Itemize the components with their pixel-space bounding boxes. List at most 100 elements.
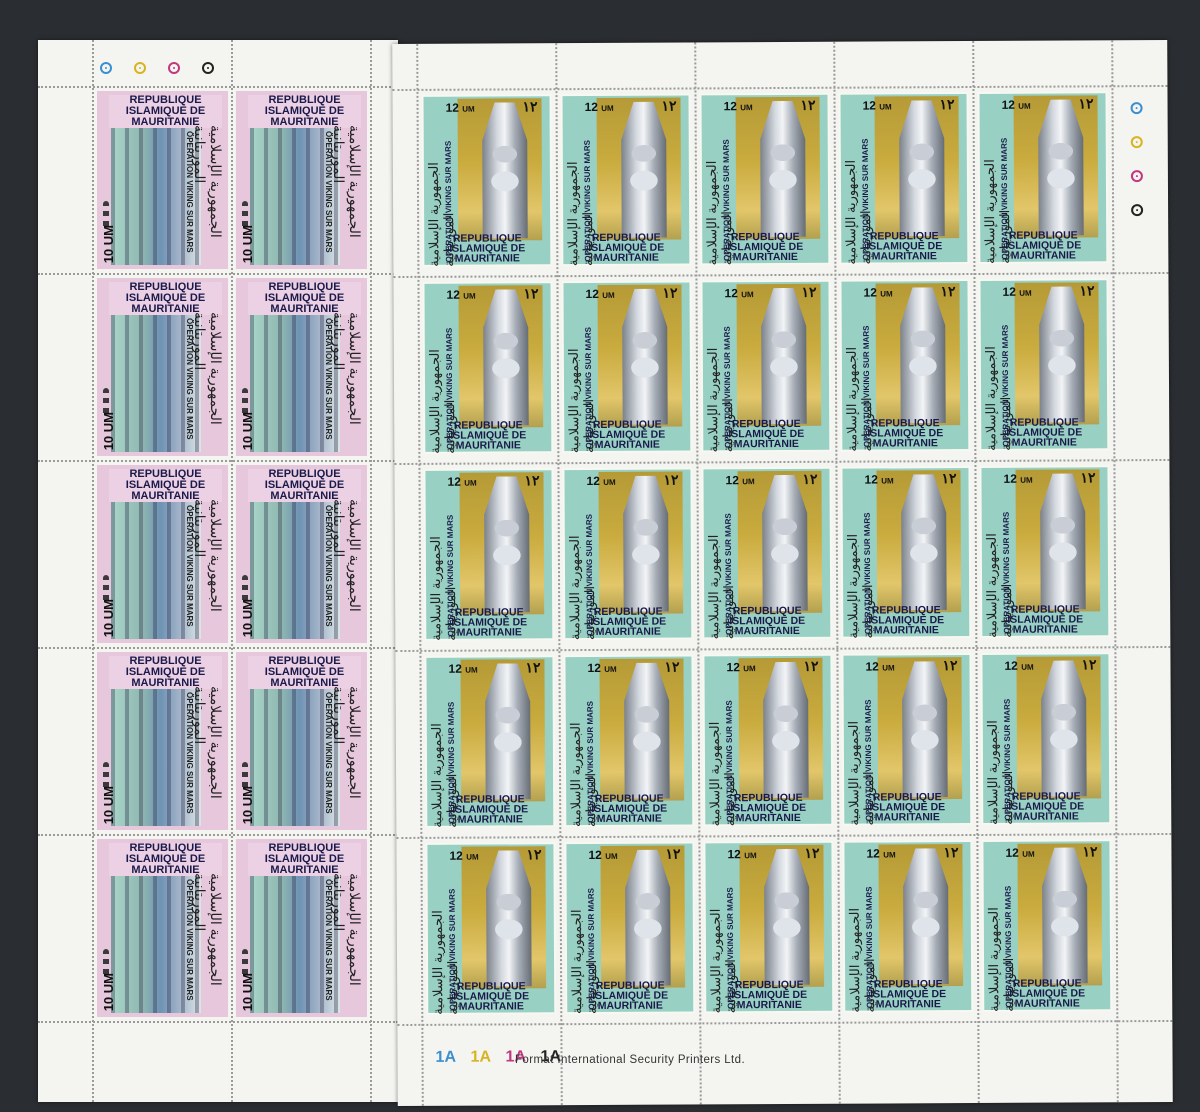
stamp-title: REPUBLIQUE ISLAMIQUE DE MAURITANIE xyxy=(452,793,529,826)
stamp-10um: REPUBLIQUE ISLAMIQUE DE MAURITANIE OPERAT… xyxy=(236,91,367,269)
stamp-arabic-value: ١٢ xyxy=(942,657,958,674)
stamp-12um: 12 UM ١٢ OPERATION VIKING SUR MARS الجمهوري… xyxy=(700,279,832,453)
stamp-value: 12 UM xyxy=(585,100,614,114)
stamp-title: REPUBLIQUE ISLAMIQUE DE MAURITANIE xyxy=(1007,603,1084,636)
stamp-value: 12 UM xyxy=(1003,472,1032,486)
stamp-value-unit: UM xyxy=(1021,662,1034,672)
stamp-title: REPUBLIQUE ISLAMIQUE DE MAURITANIE xyxy=(248,656,361,689)
control-mark: 1A xyxy=(435,1048,457,1066)
stamp-title: REPUBLIQUE ISLAMIQUE DE MAURITANIE xyxy=(248,469,361,502)
stamp-value-unit: UM xyxy=(743,664,756,674)
perforation-horizontal xyxy=(38,86,398,88)
stamp-title: REPUBLIQUE ISLAMIQUE DE MAURITANIE xyxy=(109,282,222,315)
stamp-value: 10 UM xyxy=(101,224,116,263)
stamp-arabic-value: ١٢ xyxy=(1081,656,1097,673)
stamp-arabic-value: ١٢ xyxy=(800,96,816,113)
stamp-title: REPUBLIQUE ISLAMIQUE DE MAURITANIE xyxy=(866,230,943,263)
stamp-arabic-name: الجمهورية الإسلامية الموريتانية xyxy=(192,125,224,238)
stamp-value: 12 UM xyxy=(446,101,475,115)
stamp-12um: 12 UM ١٢ OPERATION VIKING SUR MARS الجمهوري… xyxy=(702,653,834,827)
stamp-arabic-value: ١٢ xyxy=(941,470,957,487)
perforation-vertical xyxy=(1111,40,1119,1103)
stamp-title: REPUBLIQUE ISLAMIQUE DE MAURITANIE xyxy=(867,417,944,450)
perforation-vertical xyxy=(231,40,233,1102)
stamp-12um: 12 UM ١٢ OPERATION VIKING SUR MARS الجمهوري… xyxy=(978,278,1110,451)
stamp-value-number: 12 xyxy=(449,848,463,863)
stamp-10um: REPUBLIQUE ISLAMIQUE DE MAURITANIE OPERAT… xyxy=(236,839,367,1017)
perforation-horizontal xyxy=(395,645,1171,653)
printer-imprint: Format International Security Printers L… xyxy=(515,1054,746,1066)
stamp-arabic-value: ١٢ xyxy=(525,659,541,676)
stamp-arabic-value: ١٢ xyxy=(665,845,681,862)
stamp-value: 12 UM xyxy=(448,662,477,676)
stamp-value-number: 12 xyxy=(865,659,879,674)
stamp-12um: 12 UM ١٢ OPERATION VIKING SUR MARS الجمهوري… xyxy=(979,465,1111,638)
stamp-value: 12 UM xyxy=(585,287,614,301)
stamp-arabic-value: ١٢ xyxy=(661,97,677,114)
stamp-value: 12 UM xyxy=(1005,846,1034,860)
stamp-value-unit: UM xyxy=(1019,288,1032,298)
stamp-title: REPUBLIQUE ISLAMIQUE DE MAURITANIE xyxy=(248,95,361,128)
stamp-title: REPUBLIQUE ISLAMIQUE DE MAURITANIE xyxy=(1009,977,1086,1010)
stamp-arabic-value: ١٢ xyxy=(801,283,817,300)
stamp-value-unit: UM xyxy=(744,851,757,861)
stamp-title: REPUBLIQUE ISLAMIQUE DE MAURITANIE xyxy=(729,604,806,638)
stamp-title: REPUBLIQUE ISLAMIQUE DE MAURITANIE xyxy=(109,656,222,689)
stamp-12um: 12 UM ١٢ OPERATION VIKING SUR MARS الجمهوري… xyxy=(977,91,1109,264)
stamp-value-unit: UM xyxy=(742,477,755,487)
stamp-value-unit: UM xyxy=(464,478,477,488)
stamp-arabic-value: ١٢ xyxy=(1080,469,1096,486)
stamp-10um: REPUBLIQUE ISLAMIQUE DE MAURITANIE OPERAT… xyxy=(97,91,228,269)
stamp-arabic-value: ١٢ xyxy=(939,96,955,113)
registration-mark xyxy=(1130,102,1143,115)
stamp-value: 12 UM xyxy=(587,661,616,675)
stamp-12um: 12 UM ١٢ OPERATION VIKING SUR MARS الجمهوري… xyxy=(703,840,835,1014)
registration-mark xyxy=(1130,136,1143,149)
stamp-value-unit: UM xyxy=(881,476,894,486)
stamp-10um: REPUBLIQUE ISLAMIQUE DE MAURITANIE OPERAT… xyxy=(236,278,367,456)
perforation-horizontal xyxy=(38,460,398,462)
stamp-arabic-value: ١٢ xyxy=(526,846,542,863)
stamp-value-number: 12 xyxy=(587,660,601,676)
stamp-title: REPUBLIQUE ISLAMIQUE DE MAURITANIE xyxy=(731,978,808,1012)
stamp-value: 10 UM xyxy=(240,972,255,1011)
stamp-title: REPUBLIQUE ISLAMIQUE DE MAURITANIE xyxy=(592,979,669,1012)
stamp-value: 10 UM xyxy=(240,598,255,637)
stamp-value-number: 12 xyxy=(586,473,600,489)
stamp-arabic-name: الجمهورية الإسلامية الموريتانية xyxy=(331,873,363,986)
stamp-12um: 12 UM ١٢ OPERATION VIKING SUR MARS الجمهوري… xyxy=(981,839,1113,1012)
stamp-value-unit: UM xyxy=(879,102,892,112)
stamp-value-unit: UM xyxy=(1018,101,1031,111)
stamp-title: REPUBLIQUE ISLAMIQUE DE MAURITANIE xyxy=(1008,790,1085,823)
stamp-title: REPUBLIQUE ISLAMIQUE DE MAURITANIE xyxy=(590,605,667,638)
right-stamp-sheet: 12 UM ١٢ OPERATION VIKING SUR MARS الجمهوري… xyxy=(392,39,1173,1107)
stamp-12um: 12 UM ١٢ OPERATION VIKING SUR MARS الجمهوري… xyxy=(425,842,557,1015)
stamp-12um: 12 UM ١٢ OPERATION VIKING SUR MARS الجمهوري… xyxy=(838,92,970,265)
stamp-value-number: 12 xyxy=(727,847,741,862)
stamp-value-number: 12 xyxy=(445,100,459,115)
stamp-12um: 12 UM ١٢ OPERATION VIKING SUR MARS الجمهوري… xyxy=(423,468,555,641)
stamp-title: REPUBLIQUE ISLAMIQUE DE MAURITANIE xyxy=(868,604,945,637)
stamp-arabic-value: ١٢ xyxy=(804,844,820,861)
stamp-value: 10 UM xyxy=(101,411,116,450)
perforation-vertical xyxy=(370,40,372,1102)
stamp-title: REPUBLIQUE ISLAMIQUE DE MAURITANIE xyxy=(248,282,361,315)
stamp-arabic-value: ١٢ xyxy=(940,283,956,300)
stamp-value: 12 UM xyxy=(1002,285,1031,299)
stamp-arabic-value: ١٢ xyxy=(664,658,680,675)
stamp-value-unit: UM xyxy=(465,665,478,675)
stamp-value-number: 12 xyxy=(1001,97,1015,112)
perforation-horizontal xyxy=(38,834,398,836)
stamp-value: 12 UM xyxy=(863,285,892,300)
stamp-value: 12 UM xyxy=(863,98,892,113)
stamp-title: REPUBLIQUE ISLAMIQUE DE MAURITANIE xyxy=(450,419,527,452)
perforation-vertical xyxy=(92,40,94,1102)
stamp-arabic-value: ١٢ xyxy=(523,285,539,302)
stamp-12um: 12 UM ١٢ OPERATION VIKING SUR MARS الجمهوري… xyxy=(422,281,554,454)
stamp-value-number: 12 xyxy=(1003,471,1017,486)
stamp-value: 12 UM xyxy=(864,472,893,486)
stamp-value-unit: UM xyxy=(883,850,896,860)
stamp-10um: REPUBLIQUE ISLAMIQUE DE MAURITANIE OPERAT… xyxy=(97,465,228,643)
stamp-arabic-value: ١٢ xyxy=(802,470,818,487)
stamp-title: REPUBLIQUE ISLAMIQUE DE MAURITANIE xyxy=(869,791,946,824)
